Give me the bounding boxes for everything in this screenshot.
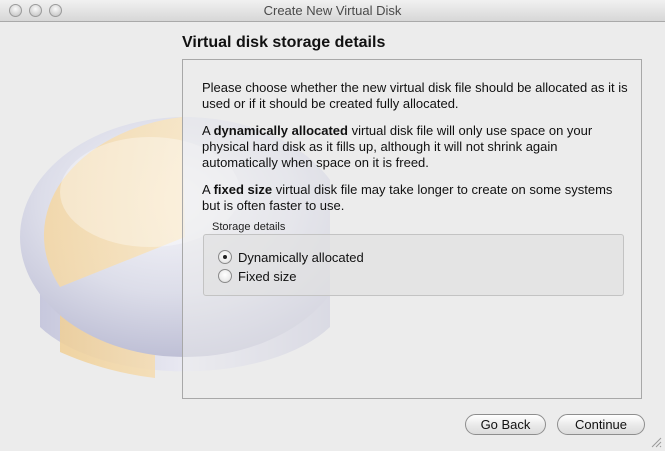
- continue-button[interactable]: Continue: [557, 414, 645, 435]
- storage-group-label: Storage details: [212, 221, 286, 233]
- radio-unselected-icon[interactable]: [218, 269, 232, 283]
- window-title: Create New Virtual Disk: [263, 3, 402, 18]
- resize-grip-icon[interactable]: [650, 436, 662, 448]
- go-back-button[interactable]: Go Back: [465, 414, 546, 435]
- radio-dynamically-allocated[interactable]: Dynamically allocated: [218, 248, 364, 266]
- details-panel: Please choose whether the new virtual di…: [182, 59, 642, 399]
- radio-label: Fixed size: [238, 268, 297, 284]
- dynamic-description: A dynamically allocated virtual disk fil…: [202, 123, 593, 170]
- fixed-description: A fixed size virtual disk file may take …: [202, 182, 613, 213]
- intro-text: Please choose whether the new virtual di…: [202, 80, 628, 111]
- title-bar[interactable]: Create New Virtual Disk: [0, 0, 665, 22]
- radio-fixed-size[interactable]: Fixed size: [218, 267, 297, 285]
- radio-selected-icon[interactable]: [218, 250, 232, 264]
- page-title: Virtual disk storage details: [182, 34, 386, 51]
- radio-label: Dynamically allocated: [238, 249, 364, 265]
- storage-details-group: Dynamically allocated Fixed size: [203, 234, 624, 296]
- dialog-window: Create New Virtual Disk Virtual disk sto…: [0, 0, 665, 451]
